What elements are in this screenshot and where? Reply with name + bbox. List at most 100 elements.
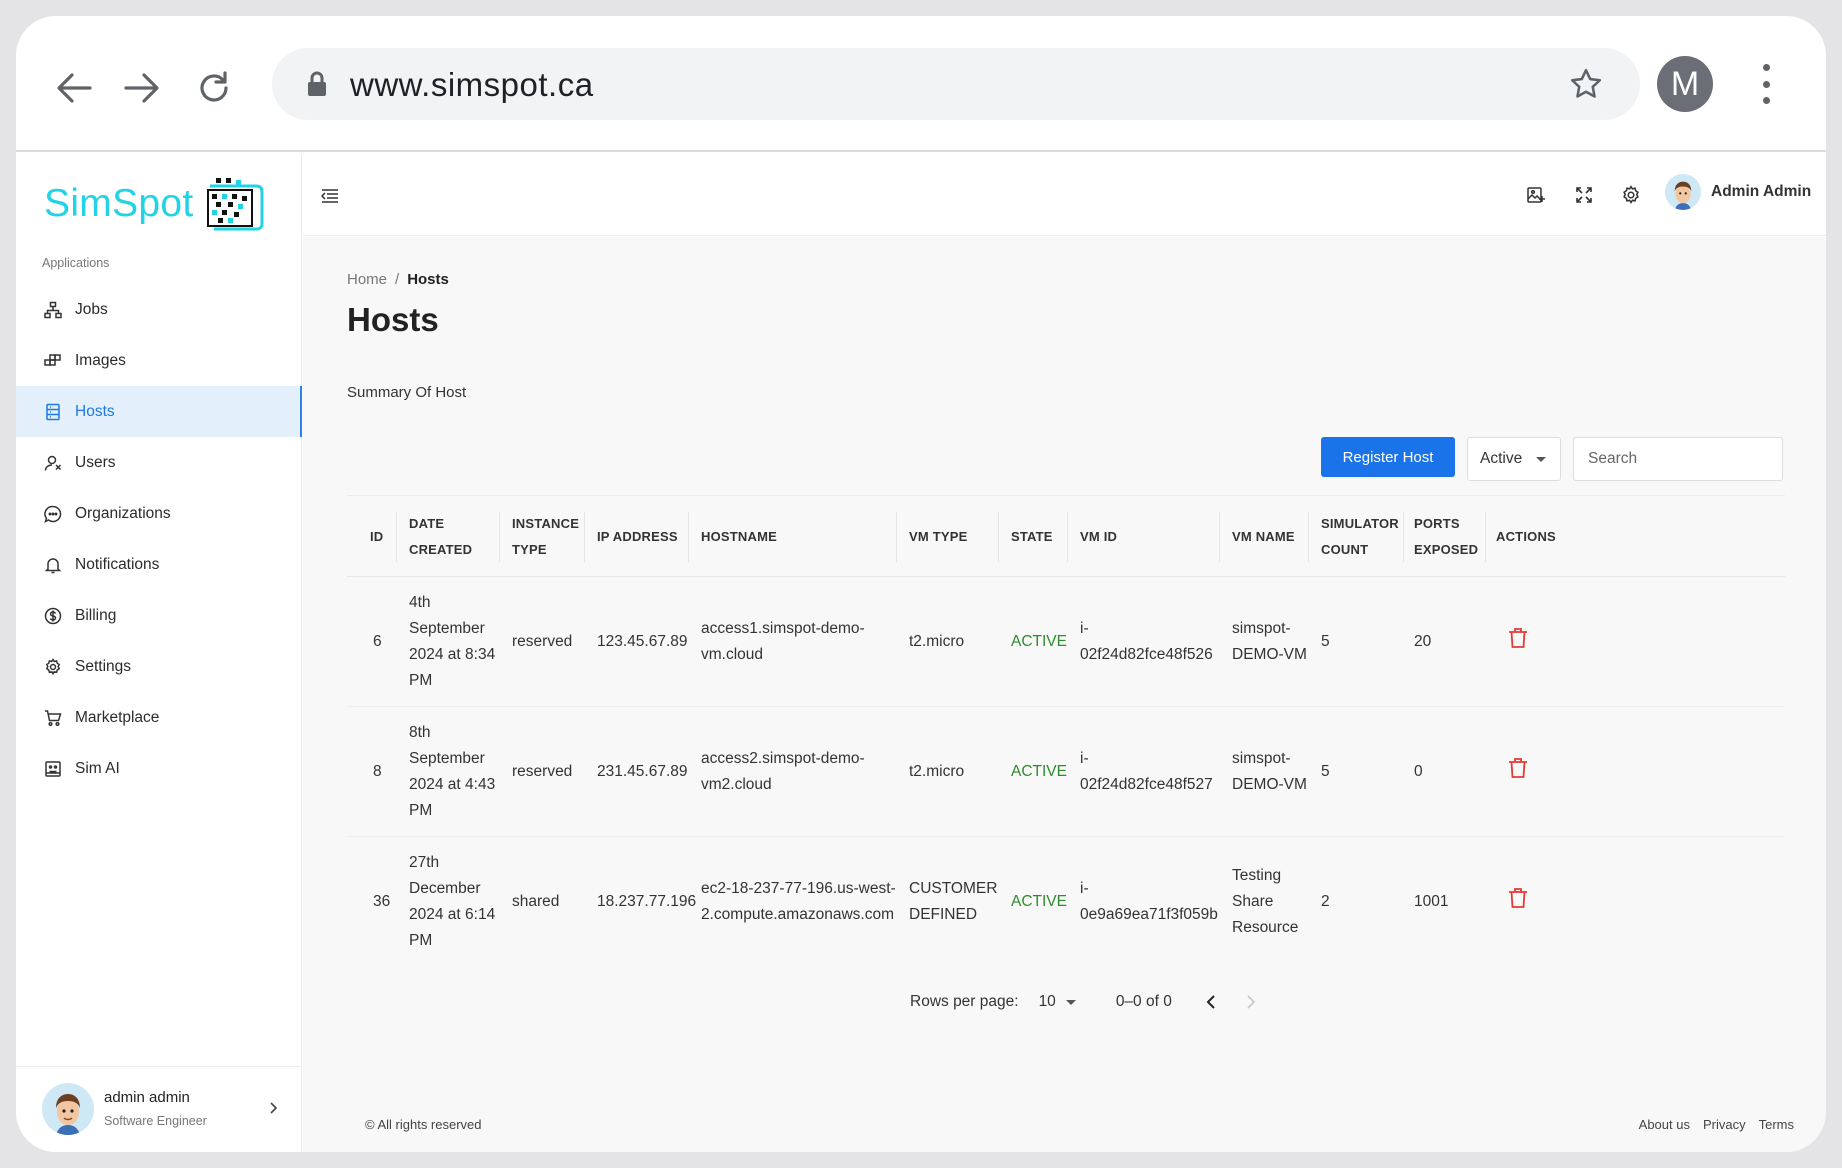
sidebar-item-organizations[interactable]: Organizations [16, 488, 302, 539]
section-label: Applications [42, 256, 110, 270]
forward-arrow-icon[interactable] [120, 66, 164, 110]
cell-actions [1486, 837, 1528, 967]
footer-links: About us Privacy Terms [1626, 1117, 1794, 1132]
fullscreen-icon[interactable] [1573, 184, 1595, 206]
footer-link-about[interactable]: About us [1639, 1117, 1690, 1132]
next-page-icon[interactable] [1246, 994, 1256, 1010]
status-badge: ACTIVE [1011, 633, 1067, 650]
caret-down-icon [1065, 999, 1076, 1005]
sidebar-item-marketplace[interactable]: Marketplace [16, 692, 302, 743]
col-header-instance-type[interactable]: INSTANCE TYPE [500, 496, 585, 578]
logo-text: SimSpot [44, 182, 194, 225]
rows-per-page-select[interactable]: 10 [1039, 993, 1076, 1011]
col-header-ports-exposed[interactable]: PORTS EXPOSED [1404, 496, 1486, 578]
avatar [1665, 174, 1701, 210]
trash-icon[interactable] [1508, 757, 1528, 788]
copyright-text: © All rights reserved [365, 1117, 482, 1132]
table-row[interactable]: 36 27th December 2024 at 6:14 PM shared 18.… [347, 837, 1785, 967]
col-header-state[interactable]: STATE [999, 496, 1068, 578]
breadcrumb-home[interactable]: Home [347, 271, 387, 288]
blocks-icon [44, 352, 62, 370]
col-header-ip-address[interactable]: IP ADDRESS [585, 496, 689, 578]
header-user-menu[interactable]: Admin Admin [1665, 174, 1811, 210]
col-header-hostname[interactable]: HOSTNAME [689, 496, 897, 578]
footer-link-terms[interactable]: Terms [1759, 1117, 1794, 1132]
address-bar[interactable]: www.simspot.ca [272, 48, 1640, 120]
cell-actions [1486, 577, 1528, 707]
cell-vm-type: CUSTOMER DEFINED [909, 880, 998, 923]
sidebar-item-hosts[interactable]: Hosts [16, 386, 302, 437]
col-header-date-created[interactable]: DATE CREATED [397, 496, 500, 578]
cart-icon [44, 709, 62, 727]
sidebar-item-users[interactable]: Users [16, 437, 302, 488]
breadcrumb-separator: / [395, 271, 400, 288]
hierarchy-icon [44, 301, 62, 319]
cell-ip-address: 123.45.67.89 [597, 633, 688, 650]
table-row[interactable]: 6 4th September 2024 at 8:34 PM reserved 12… [347, 577, 1785, 707]
sidebar-item-images[interactable]: Images [16, 335, 302, 386]
sidebar-item-label: Notifications [75, 555, 160, 573]
cell-hostname: access1.simspot-demo-vm.cloud [701, 620, 865, 663]
table-header: ID DATE CREATED INSTANCE TYPE IP ADDRESS H… [347, 495, 1785, 577]
cell-actions [1486, 707, 1528, 837]
cell-date-created: 4th September 2024 at 8:34 PM [409, 594, 496, 689]
cell-simulator-count: 5 [1321, 633, 1330, 650]
sidebar-item-jobs[interactable]: Jobs [16, 284, 302, 335]
footer-link-privacy[interactable]: Privacy [1703, 1117, 1746, 1132]
page-title: Hosts [347, 301, 439, 338]
cell-vm-name: simspot- DEMO-VM [1232, 750, 1307, 793]
col-header-vm-type[interactable]: VM TYPE [897, 496, 999, 578]
back-arrow-icon[interactable] [52, 66, 96, 110]
menu-collapse-icon[interactable] [320, 188, 339, 209]
col-header-vm-name[interactable]: VM NAME [1220, 496, 1309, 578]
cell-vm-id: i- 0e9a69ea71f3f059b [1080, 880, 1218, 923]
gear-icon [44, 657, 62, 676]
search-input[interactable] [1573, 437, 1783, 481]
avatar [42, 1083, 94, 1135]
browser-profile-avatar[interactable]: M [1657, 56, 1713, 112]
sidebar-item-settings[interactable]: Settings [16, 641, 302, 692]
sidebar-item-sim-ai[interactable]: Sim AI [16, 743, 302, 794]
image-plus-icon[interactable] [1525, 184, 1547, 206]
cell-hostname: access2.simspot-demo-vm2.cloud [701, 750, 865, 793]
previous-page-icon[interactable] [1206, 994, 1216, 1010]
trash-icon[interactable] [1508, 627, 1528, 658]
browser-toolbar: www.simspot.ca M [16, 16, 1826, 152]
cell-vm-id: i- 02f24d82fce48f526 [1080, 620, 1213, 663]
sidebar-item-label: Users [75, 453, 116, 471]
cell-vm-name: simspot- DEMO-VM [1232, 620, 1307, 663]
star-icon[interactable] [1568, 66, 1604, 107]
cell-ip-address: 231.45.67.89 [597, 763, 688, 780]
table-row[interactable]: 8 8th September 2024 at 4:43 PM reserved 23… [347, 707, 1785, 837]
col-header-id[interactable]: ID [347, 496, 397, 578]
sidebar-item-billing[interactable]: Billing [16, 590, 302, 641]
sidebar-item-label: Organizations [75, 504, 171, 522]
col-header-vm-id[interactable]: VM ID [1068, 496, 1220, 578]
table-pagination: Rows per page: 10 0–0 of 0 [910, 993, 1256, 1011]
sidebar-user-name: admin admin [104, 1089, 190, 1106]
kebab-menu-icon[interactable] [1756, 64, 1776, 104]
section-subtitle: Summary Of Host [347, 384, 467, 401]
cell-vm-name: Testing Share Resource [1232, 867, 1299, 936]
cell-date-created: 8th September 2024 at 4:43 PM [409, 724, 496, 819]
cell-date-created: 27th December 2024 at 6:14 PM [409, 854, 496, 949]
cell-instance-type: reserved [512, 763, 573, 780]
status-filter-select[interactable]: Active [1467, 437, 1561, 481]
chevron-right-icon[interactable] [268, 1101, 278, 1120]
col-header-simulator-count[interactable]: SIMULATOR COUNT [1309, 496, 1404, 578]
sidebar-item-notifications[interactable]: Notifications [16, 539, 302, 590]
cell-id: 8 [373, 763, 382, 780]
gear-icon[interactable] [1620, 184, 1642, 206]
logo[interactable]: SimSpot [44, 176, 266, 232]
sidebar-item-label: Sim AI [75, 759, 120, 777]
sidebar-user-card[interactable]: admin admin Software Engineer [16, 1066, 302, 1152]
cell-ports-exposed: 1001 [1414, 893, 1449, 910]
lock-icon [306, 71, 328, 102]
reload-icon[interactable] [192, 66, 236, 110]
trash-icon[interactable] [1508, 887, 1528, 918]
cell-hostname: ec2-18-237-77-196.us-west- 2.compute.amaz… [701, 880, 896, 923]
register-host-button[interactable]: Register Host [1321, 437, 1455, 477]
main-content: Home / Hosts Hosts Summary Of Host Registe… [303, 237, 1826, 1152]
cell-simulator-count: 5 [1321, 763, 1330, 780]
col-header-actions: ACTIONS [1496, 529, 1556, 544]
